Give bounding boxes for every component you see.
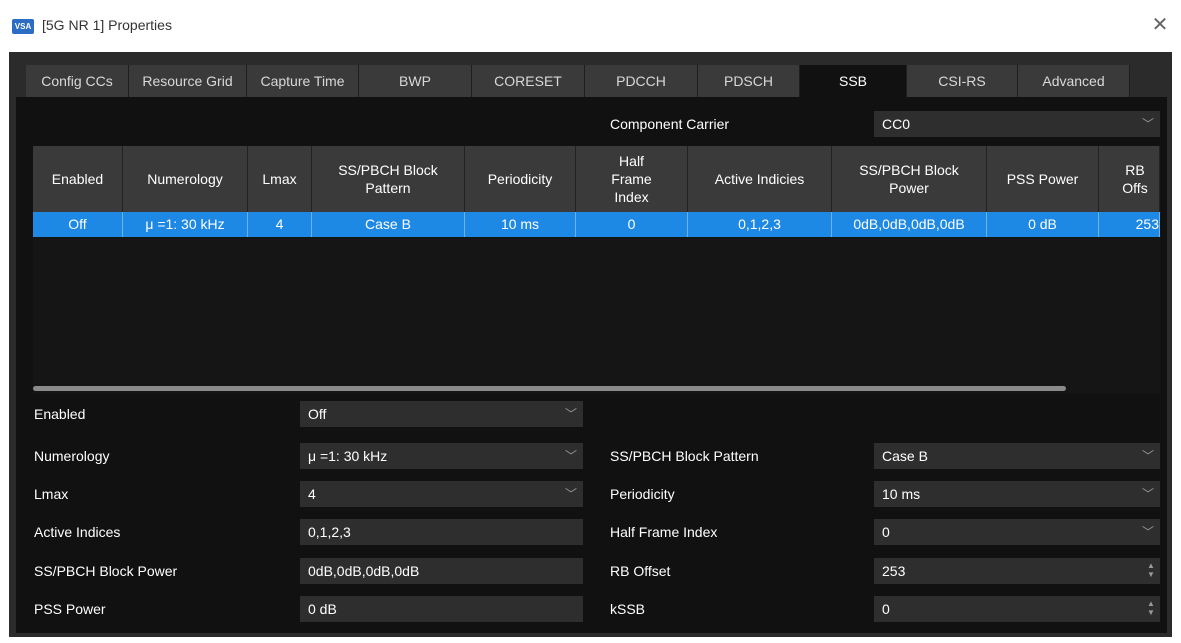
- tab-resource-grid[interactable]: Resource Grid: [129, 65, 247, 98]
- tab-csi-rs[interactable]: CSI-RS: [907, 65, 1018, 98]
- horizontal-scrollbar[interactable]: [33, 386, 1066, 391]
- component-carrier-value: CC0: [882, 116, 911, 132]
- pss-power-field[interactable]: 0 dB: [300, 596, 583, 622]
- tab-pdcch[interactable]: PDCCH: [585, 65, 698, 98]
- block-power-label: SS/PBCH Block Power: [34, 563, 178, 579]
- column-header[interactable]: Half Frame Index: [576, 146, 688, 212]
- chevron-down-icon: ﹀: [1141, 117, 1154, 131]
- column-header[interactable]: PSS Power: [987, 146, 1099, 212]
- table-cell[interactable]: 0dB,0dB,0dB,0dB: [832, 212, 987, 237]
- column-header[interactable]: Periodicity: [465, 146, 576, 212]
- spin-arrows-icon[interactable]: ▲ ▼: [1146, 561, 1156, 581]
- column-header[interactable]: SS/PBCH Block Power: [832, 146, 987, 212]
- title-bar: VSA [5G NR 1] Properties ✕: [0, 0, 1181, 52]
- rb-offset-spinbox[interactable]: 253 ▲ ▼: [874, 558, 1160, 584]
- chevron-down-icon: ﹀: [564, 487, 577, 501]
- periodicity-label: Periodicity: [610, 486, 675, 502]
- tab-config-ccs[interactable]: Config CCs: [26, 65, 129, 98]
- chevron-down-icon: ﹀: [564, 449, 577, 463]
- enabled-value: Off: [308, 406, 327, 422]
- periodicity-value: 10 ms: [882, 486, 921, 502]
- kssb-label: kSSB: [610, 601, 646, 617]
- table-cell[interactable]: 10 ms: [465, 212, 576, 237]
- column-header[interactable]: RB Offs: [1099, 146, 1160, 212]
- pss-power-label: PSS Power: [34, 601, 106, 617]
- numerology-label: Numerology: [34, 448, 110, 464]
- numerology-dropdown[interactable]: μ =1: 30 kHz ﹀: [300, 443, 583, 469]
- column-header[interactable]: Active Indicies: [688, 146, 832, 212]
- tab-advanced[interactable]: Advanced: [1018, 65, 1130, 98]
- tab-ssb[interactable]: SSB: [800, 65, 907, 98]
- close-icon[interactable]: ✕: [1147, 12, 1173, 38]
- chevron-down-icon: ﹀: [1141, 449, 1154, 463]
- half-frame-index-dropdown[interactable]: 0 ﹀: [874, 519, 1160, 545]
- enabled-dropdown[interactable]: Off ﹀: [300, 401, 583, 427]
- active-indices-label: Active Indices: [34, 524, 121, 540]
- lmax-value: 4: [308, 486, 316, 502]
- spin-arrows-icon[interactable]: ▲ ▼: [1146, 599, 1156, 619]
- block-pattern-label: SS/PBCH Block Pattern: [610, 448, 759, 464]
- table-cell[interactable]: Case B: [312, 212, 465, 237]
- table-cell[interactable]: Off: [33, 212, 123, 237]
- kssb-value: 0: [882, 601, 890, 617]
- ssb-table: Enabled Numerology Lmax SS/PBCH Block Pa…: [33, 146, 1160, 394]
- column-header[interactable]: Lmax: [248, 146, 312, 212]
- table-cell[interactable]: 0 dB: [987, 212, 1099, 237]
- table-cell[interactable]: 253: [1099, 212, 1160, 237]
- tab-coreset[interactable]: CORESET: [472, 65, 585, 98]
- chevron-down-icon: ﹀: [564, 407, 577, 421]
- block-pattern-value: Case B: [882, 448, 928, 464]
- tab-capture-time[interactable]: Capture Time: [247, 65, 359, 98]
- periodicity-dropdown[interactable]: 10 ms ﹀: [874, 481, 1160, 507]
- window-title: [5G NR 1] Properties: [42, 17, 172, 33]
- lmax-dropdown[interactable]: 4 ﹀: [300, 481, 583, 507]
- half-frame-index-label: Half Frame Index: [610, 524, 718, 540]
- chevron-down-icon: ﹀: [1141, 525, 1154, 539]
- block-power-field[interactable]: 0dB,0dB,0dB,0dB: [300, 558, 583, 584]
- table-cell[interactable]: 4: [248, 212, 312, 237]
- component-carrier-dropdown[interactable]: CC0 ﹀: [874, 111, 1160, 137]
- component-carrier-label: Component Carrier: [610, 116, 730, 132]
- table-cell[interactable]: 0: [576, 212, 688, 237]
- lmax-label: Lmax: [34, 486, 69, 502]
- table-cell[interactable]: 0,1,2,3: [688, 212, 832, 237]
- tab-pdsch[interactable]: PDSCH: [698, 65, 800, 98]
- column-header[interactable]: Enabled: [33, 146, 123, 212]
- table-cell[interactable]: μ =1: 30 kHz: [123, 212, 248, 237]
- column-header[interactable]: Numerology: [123, 146, 248, 212]
- column-header[interactable]: SS/PBCH Block Pattern: [312, 146, 465, 212]
- half-frame-index-value: 0: [882, 524, 890, 540]
- tab-bwp[interactable]: BWP: [359, 65, 472, 98]
- chevron-down-icon: ﹀: [1141, 487, 1154, 501]
- numerology-value: μ =1: 30 kHz: [308, 448, 388, 464]
- vsa-app-icon: VSA: [12, 19, 34, 34]
- rb-offset-label: RB Offset: [610, 563, 671, 579]
- active-indices-field[interactable]: 0,1,2,3: [300, 519, 583, 545]
- rb-offset-value: 253: [882, 563, 906, 579]
- block-pattern-dropdown[interactable]: Case B ﹀: [874, 443, 1160, 469]
- enabled-label: Enabled: [34, 406, 86, 422]
- kssb-spinbox[interactable]: 0 ▲ ▼: [874, 596, 1160, 622]
